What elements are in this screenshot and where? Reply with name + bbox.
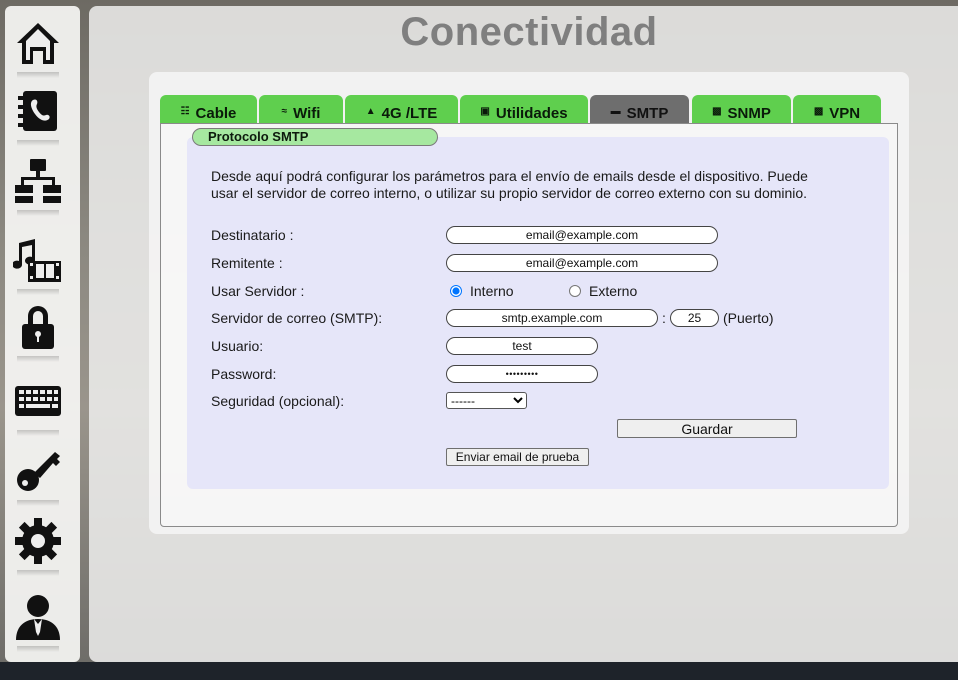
antenna-icon: ▲ [365, 106, 376, 117]
sidebar-item-home[interactable] [9, 14, 67, 78]
tab-snmp[interactable]: ▩ SNMP [692, 95, 791, 123]
port-input[interactable] [670, 309, 719, 327]
radio-internal-input[interactable] [450, 285, 462, 297]
sidebar-item-network[interactable] [9, 152, 67, 216]
password-input[interactable] [446, 365, 598, 383]
smtp-server-input[interactable] [446, 309, 658, 327]
tab-utilidades[interactable]: ▣ Utilidades [460, 95, 588, 123]
document-icon: ▩ [712, 106, 722, 117]
lock-icon [22, 306, 54, 349]
tab-wifi[interactable]: ≈ Wifi [259, 95, 343, 123]
tools-icon: ▣ [480, 106, 490, 117]
background-bottom-strip [0, 662, 958, 680]
smtp-server-label: Servidor de correo (SMTP): [211, 310, 383, 326]
recipient-label: Destinatario : [211, 227, 294, 243]
document-icon: ▩ [813, 106, 824, 117]
sidebar-item-phonebook[interactable] [9, 82, 67, 146]
sidebar-item-keyboard[interactable] [9, 372, 67, 436]
smtp-description: Desde aquí podrá configurar los parámetr… [211, 168, 808, 201]
sender-input[interactable] [446, 254, 718, 272]
port-label: (Puerto) [723, 310, 774, 326]
keyboard-icon [15, 386, 61, 416]
send-test-email-button[interactable]: Enviar email de prueba [446, 448, 589, 466]
sidebar-item-settings[interactable] [9, 512, 67, 576]
tab-smtp[interactable]: ▬ SMTP [590, 95, 689, 123]
sender-label: Remitente : [211, 255, 283, 271]
security-label: Seguridad (opcional): [211, 393, 345, 409]
security-select[interactable]: ------ [446, 392, 527, 409]
multimedia-icon [13, 239, 61, 282]
wifi-icon: ≈ [281, 106, 288, 117]
radio-external-input[interactable] [569, 285, 581, 297]
server-choice-label: Usar Servidor : [211, 283, 305, 299]
sidebar-item-security[interactable] [9, 298, 67, 362]
gear-icon [15, 518, 61, 564]
sidebar [5, 6, 80, 662]
mail-icon: ▬ [610, 106, 621, 117]
radio-internal-server[interactable]: Interno [450, 283, 514, 299]
save-button[interactable]: Guardar [617, 419, 797, 438]
user-icon [16, 595, 60, 640]
tab-vpn[interactable]: ▩ VPN [793, 95, 881, 123]
recipient-input[interactable] [446, 226, 718, 244]
ethernet-icon: ☷ [180, 106, 190, 117]
key-icon [17, 452, 60, 491]
section-title: Protocolo SMTP [192, 128, 438, 146]
tab-4g-lte[interactable]: ▲ 4G /LTE [345, 95, 458, 123]
tab-cable[interactable]: ☷ Cable [160, 95, 257, 123]
user-input[interactable] [446, 337, 598, 355]
sidebar-item-user[interactable] [9, 588, 67, 652]
port-separator: : [662, 310, 666, 326]
home-icon [17, 23, 59, 64]
password-label: Password: [211, 366, 277, 382]
phonebook-icon [18, 91, 57, 131]
user-label: Usuario: [211, 338, 264, 354]
radio-external-server[interactable]: Externo [569, 283, 637, 299]
page-title: Conectividad [400, 10, 658, 54]
sidebar-item-multimedia[interactable] [9, 231, 67, 295]
main-area: Conectividad ☷ Cable ≈ Wifi ▲ 4G /LTE ▣ Util… [89, 6, 958, 662]
network-icon [15, 159, 61, 203]
sidebar-item-keys[interactable] [9, 442, 67, 506]
